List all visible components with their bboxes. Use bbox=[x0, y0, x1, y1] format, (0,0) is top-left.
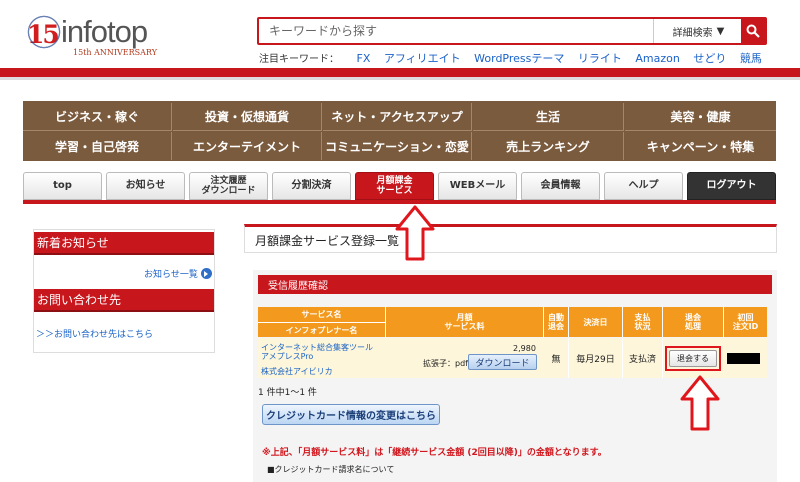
logo-anniversary-text: 15th ANNIVERSARY bbox=[73, 48, 157, 57]
infopreneur-link[interactable]: 株式会社アイビリカ bbox=[261, 366, 333, 377]
search-icon bbox=[746, 24, 760, 38]
header-divider bbox=[0, 77, 800, 80]
col-auto-cancel: 自動 退会 bbox=[544, 307, 569, 337]
category-ranking[interactable]: 売上ランキング bbox=[473, 132, 624, 160]
payment-day-value: 毎月29日 bbox=[569, 338, 623, 378]
monthly-amount: 2,980 bbox=[513, 344, 536, 353]
category-net-access[interactable]: ネット・アクセスアップ bbox=[323, 103, 472, 131]
header-red-band bbox=[0, 68, 800, 77]
page-title: 月額課金サービス登録一覧 bbox=[255, 234, 400, 248]
keyword-link[interactable]: アフィリエイト bbox=[384, 52, 461, 65]
member-tabs: top お知らせ 注文履歴 ダウンロード 分割決済 月額課金 サービス WEBメ… bbox=[23, 172, 776, 200]
service-name-link[interactable]: インターネット総合集客ツール アメプレスPro bbox=[261, 343, 383, 361]
news-list-label: お知らせ一覧 bbox=[144, 270, 198, 280]
category-learning[interactable]: 学習・自己啓発 bbox=[23, 132, 172, 160]
auto-cancel-value: 無 bbox=[544, 338, 569, 378]
page-title-box: 月額課金サービス登録一覧 bbox=[244, 224, 777, 253]
result-count: 1 件中1～1 件 bbox=[258, 388, 317, 398]
tab-webmail[interactable]: WEBメール bbox=[438, 172, 517, 200]
keyword-link[interactable]: リライト bbox=[578, 52, 622, 65]
col-monthly-fee: 月額 サービス料 bbox=[386, 307, 544, 337]
col-payment-day: 決済日 bbox=[569, 307, 623, 337]
logo-anniversary-number: 15 bbox=[24, 12, 64, 52]
tab-news[interactable]: お知らせ bbox=[106, 172, 185, 200]
cancel-subscription-button[interactable]: 退会する bbox=[669, 350, 717, 367]
caret-down-icon: ▼ bbox=[716, 25, 725, 37]
contact-heading: お問い合わせ先 bbox=[34, 289, 214, 310]
change-card-button[interactable]: クレジットカード情報の変更はこちら bbox=[262, 404, 440, 425]
category-investment[interactable]: 投資・仮想通貨 bbox=[173, 103, 322, 131]
tab-order-history[interactable]: 注文履歴 ダウンロード bbox=[189, 172, 268, 200]
col-service-infopreneur: サービス名 インフォプレナー名 bbox=[258, 307, 386, 337]
tab-installment[interactable]: 分割決済 bbox=[272, 172, 351, 200]
featured-keywords: 注目キーワード： FX アフィリエイト WordPressテーマ リライト Am… bbox=[259, 50, 772, 66]
sidebar: 新着お知らせ お知らせ一覧 お問い合わせ先 ＞＞お問い合わせ先はこちら bbox=[33, 229, 215, 353]
tab-help[interactable]: ヘルプ bbox=[604, 172, 683, 200]
infotop-logo[interactable]: 15 infotop 15th ANNIVERSARY bbox=[24, 12, 177, 57]
col-first-order-id: 初回 注文ID bbox=[724, 307, 767, 337]
col-infopreneur: インフォプレナー名 bbox=[258, 321, 385, 335]
category-life[interactable]: 生活 bbox=[473, 103, 624, 131]
search-button[interactable] bbox=[741, 19, 765, 43]
keyword-link[interactable]: 競馬 bbox=[740, 52, 762, 65]
detail-search-label: 詳細検索 bbox=[672, 27, 713, 39]
tab-member-info[interactable]: 会員情報 bbox=[521, 172, 600, 200]
tab-monthly-billing[interactable]: 月額課金 サービス bbox=[355, 172, 434, 200]
file-extension: 拡張子：pdf bbox=[423, 359, 468, 368]
news-list-link[interactable]: お知らせ一覧 bbox=[144, 267, 212, 280]
tab-logout[interactable]: ログアウト bbox=[687, 172, 776, 200]
category-communication[interactable]: コミュニケーション・恋愛 bbox=[323, 132, 472, 160]
keyword-link[interactable]: WordPressテーマ bbox=[474, 52, 564, 65]
col-payment-status: 支払 状況 bbox=[623, 307, 663, 337]
billing-name-note: ■クレジットカード請求名について bbox=[267, 465, 395, 474]
fee-note: ※上記、「月額サービス料」は「継続サービス金額 (2回目以降)」の金額となります… bbox=[262, 448, 607, 458]
contact-link[interactable]: ＞＞お問い合わせ先はこちら bbox=[36, 327, 153, 340]
keyword-link[interactable]: Amazon bbox=[635, 52, 679, 65]
logo-wordmark: infotop bbox=[61, 14, 148, 49]
tab-top[interactable]: top bbox=[23, 172, 102, 200]
category-entertainment[interactable]: エンターテイメント bbox=[173, 132, 322, 160]
keyword-link[interactable]: FX bbox=[357, 52, 371, 65]
col-cancel-process: 退会 処理 bbox=[663, 307, 724, 337]
search-bar: 詳細検索 ▼ bbox=[257, 17, 767, 45]
arrow-right-icon bbox=[200, 268, 212, 279]
history-heading: 受信履歴確認 bbox=[258, 275, 772, 294]
search-input[interactable] bbox=[259, 19, 653, 43]
category-beauty-health[interactable]: 美容・健康 bbox=[625, 103, 776, 131]
news-heading: 新着お知らせ bbox=[34, 232, 214, 253]
payment-status-value: 支払済 bbox=[623, 338, 663, 378]
arrow-up-icon bbox=[395, 205, 435, 261]
keyword-link[interactable]: せどり bbox=[693, 52, 726, 65]
category-business[interactable]: ビジネス・稼ぐ bbox=[23, 103, 172, 131]
arrow-up-icon bbox=[680, 375, 720, 431]
category-nav: ビジネス・稼ぐ 投資・仮想通貨 ネット・アクセスアップ 生活 美容・健康 学習・… bbox=[23, 101, 776, 161]
redacted-order-id bbox=[727, 353, 760, 364]
keyword-label: 注目キーワード： bbox=[259, 54, 339, 65]
detail-search-dropdown[interactable]: 詳細検索 ▼ bbox=[653, 19, 743, 43]
col-service: サービス名 bbox=[301, 309, 342, 319]
tab-underline bbox=[23, 200, 776, 204]
category-campaign[interactable]: キャンペーン・特集 bbox=[625, 132, 776, 160]
download-button[interactable]: ダウンロード bbox=[468, 354, 537, 370]
